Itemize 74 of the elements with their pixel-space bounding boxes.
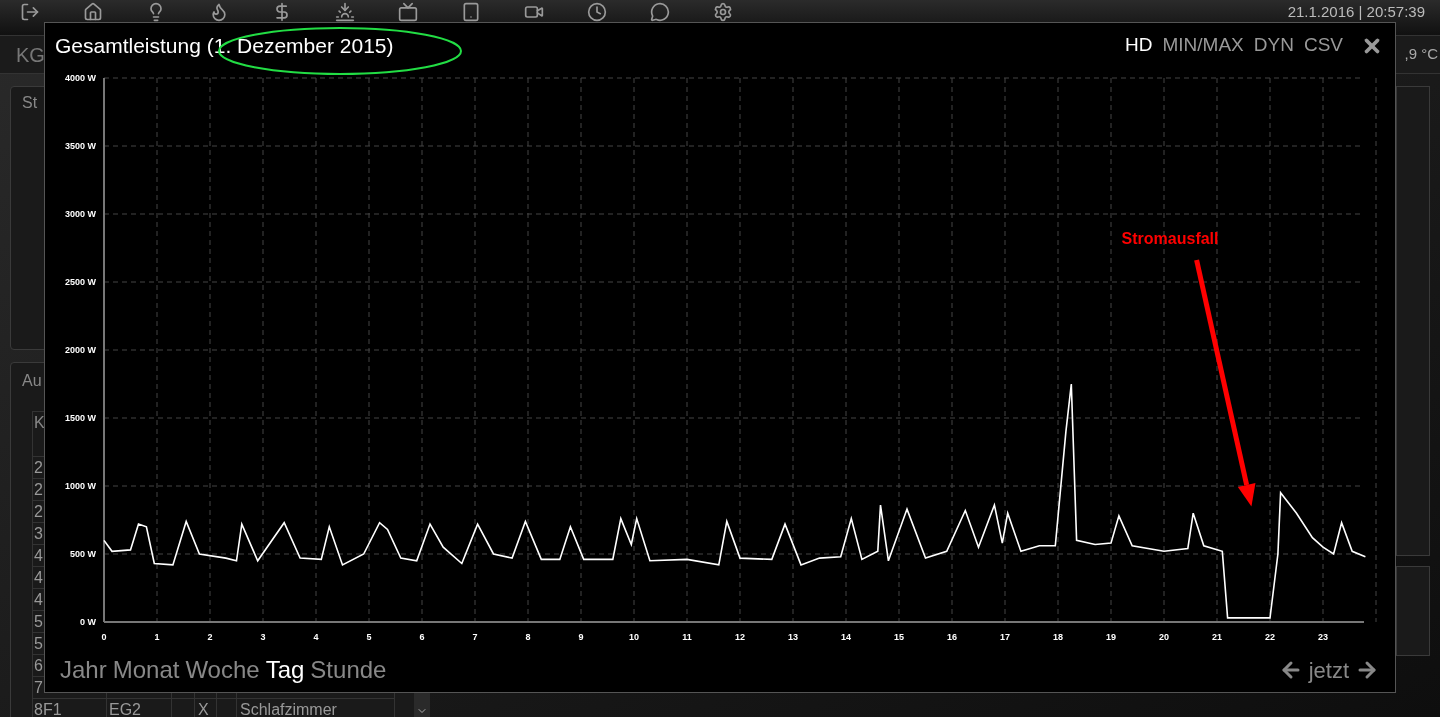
x-tick-label: 23 xyxy=(1318,632,1328,642)
speech-bubble-icon[interactable] xyxy=(650,2,670,22)
table-cell: 5 xyxy=(34,613,43,630)
x-tick-label: 1 xyxy=(154,632,160,642)
table-cell: 2 xyxy=(34,481,43,498)
flame-icon[interactable] xyxy=(209,2,229,22)
view-option[interactable]: HD xyxy=(1125,31,1153,60)
exit-icon[interactable] xyxy=(20,2,40,22)
table-cell: EG2 xyxy=(109,701,141,717)
y-tick-label: 2000 W xyxy=(64,345,96,355)
range-tab[interactable]: Stunde xyxy=(310,652,387,688)
x-tick-label: 8 xyxy=(525,632,531,642)
column-header: K xyxy=(34,413,45,433)
x-tick-label: 18 xyxy=(1053,632,1063,642)
table-cell: 8F1 xyxy=(34,701,62,717)
sun-icon[interactable] xyxy=(335,2,355,22)
x-tick-label: 15 xyxy=(894,632,904,642)
x-tick-label: 14 xyxy=(841,632,851,642)
table-cell: 5 xyxy=(34,635,43,652)
table-cell: 4 xyxy=(34,547,43,564)
temperature: ,9 °C xyxy=(1404,44,1438,65)
y-tick-label: 1500 W xyxy=(64,413,96,423)
x-tick-label: 9 xyxy=(578,632,584,642)
table-cell: 4 xyxy=(34,591,43,608)
y-tick-label: 2500 W xyxy=(64,277,96,287)
range-tab[interactable]: Woche xyxy=(185,652,260,688)
x-tick-label: 6 xyxy=(419,632,425,642)
range-tab[interactable]: Jahr xyxy=(60,652,107,688)
y-tick-label: 4000 W xyxy=(64,73,96,83)
x-tick-label: 10 xyxy=(629,632,639,642)
tab[interactable]: KG xyxy=(16,39,45,70)
view-option[interactable]: CSV xyxy=(1303,31,1343,60)
y-tick-label: 0 W xyxy=(80,617,96,627)
home-icon[interactable] xyxy=(83,2,103,22)
x-tick-label: 16 xyxy=(947,632,957,642)
x-tick-label: 12 xyxy=(735,632,745,642)
now-button[interactable]: jetzt xyxy=(1308,653,1349,687)
tablet-icon[interactable] xyxy=(461,2,481,22)
y-tick-label: 1000 W xyxy=(64,481,96,491)
table-cell: 3 xyxy=(34,525,43,542)
x-tick-label: 13 xyxy=(788,632,798,642)
x-tick-label: 20 xyxy=(1159,632,1169,642)
table-cell: 2 xyxy=(34,503,43,520)
y-tick-label: 3000 W xyxy=(64,209,96,219)
x-tick-label: 7 xyxy=(472,632,478,642)
view-option[interactable]: MIN/MAX xyxy=(1162,31,1244,60)
x-tick-label: 22 xyxy=(1265,632,1275,642)
x-tick-label: 5 xyxy=(366,632,372,642)
x-tick-label: 17 xyxy=(1000,632,1010,642)
x-tick-label: 11 xyxy=(682,632,692,642)
y-tick-label: 3500 W xyxy=(64,141,96,151)
table-cell: 4 xyxy=(34,569,43,586)
range-tab[interactable]: Tag xyxy=(265,652,305,688)
table-cell: Schlafzimmer xyxy=(240,701,337,717)
annotation-label: Stromausfall xyxy=(1121,229,1219,247)
settings-icon[interactable] xyxy=(713,2,733,22)
table-cell: 2 xyxy=(34,459,43,476)
x-tick-label: 2 xyxy=(207,632,213,642)
panel-heading: Au xyxy=(22,371,42,391)
table-cell: 7 xyxy=(34,679,43,696)
table-cell: 6 xyxy=(34,657,43,674)
x-tick-label: 21 xyxy=(1212,632,1222,642)
x-tick-label: 4 xyxy=(313,632,319,642)
y-tick-label: 500 W xyxy=(70,549,96,559)
range-tab[interactable]: Monat xyxy=(112,652,180,688)
table-cell: X xyxy=(198,701,209,717)
view-option[interactable]: DYN xyxy=(1253,31,1294,60)
x-tick-label: 19 xyxy=(1106,632,1116,642)
panel-heading: St xyxy=(22,94,38,111)
x-tick-label: 0 xyxy=(101,632,107,642)
clock-icon[interactable] xyxy=(587,2,607,22)
datetime: 21.1.2016 | 20:57:39 xyxy=(1287,2,1425,21)
tv-icon[interactable] xyxy=(398,2,418,22)
x-tick-label: 3 xyxy=(260,632,266,642)
